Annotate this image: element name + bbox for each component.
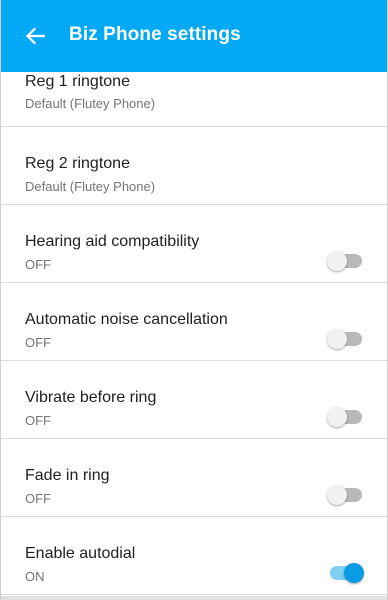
setting-title: Fade in ring <box>25 467 110 484</box>
setting-title: Reg 1 ringtone <box>25 73 130 90</box>
back-button[interactable] <box>17 20 53 52</box>
setting-fade-in-ring[interactable]: Fade in ring OFF <box>1 439 387 517</box>
setting-summary: OFF <box>25 413 51 428</box>
setting-enable-autodial[interactable]: Enable autodial ON <box>1 517 387 595</box>
setting-title: Enable autodial <box>25 545 136 562</box>
page-title: Biz Phone settings <box>69 24 241 45</box>
setting-hearing-aid[interactable]: Hearing aid compatibility OFF <box>1 205 387 283</box>
fade-in-ring-toggle[interactable] <box>327 485 363 505</box>
enable-autodial-toggle[interactable] <box>327 563 364 583</box>
noise-cancellation-toggle[interactable] <box>327 329 363 349</box>
setting-reg2-ringtone[interactable]: Reg 2 ringtone Default (Flutey Phone) <box>1 127 387 205</box>
switch-thumb <box>327 329 347 349</box>
app-bar: Biz Phone settings <box>1 0 387 72</box>
setting-summary: Default (Flutey Phone) <box>25 179 156 194</box>
setting-noise-cancellation[interactable]: Automatic noise cancellation OFF <box>1 283 387 361</box>
vibrate-before-ring-toggle[interactable] <box>327 407 363 427</box>
bottom-divider <box>1 596 387 600</box>
setting-title: Automatic noise cancellation <box>25 311 228 328</box>
setting-summary: OFF <box>25 491 51 506</box>
setting-summary: Default (Flutey Phone) <box>25 96 156 111</box>
arrow-left-icon <box>25 27 45 45</box>
switch-thumb <box>327 251 347 271</box>
settings-screen: Biz Phone settings Reg 1 ringtone Defaul… <box>0 0 388 600</box>
setting-title: Hearing aid compatibility <box>25 233 200 250</box>
switch-thumb <box>327 485 347 505</box>
setting-title: Vibrate before ring <box>25 389 157 406</box>
settings-list: Reg 1 ringtone Default (Flutey Phone) Re… <box>1 50 387 595</box>
switch-thumb <box>327 407 347 427</box>
hearing-aid-toggle[interactable] <box>327 251 363 271</box>
setting-summary: ON <box>25 569 45 584</box>
setting-summary: OFF <box>25 335 51 350</box>
switch-thumb <box>344 563 364 583</box>
setting-vibrate-before-ring[interactable]: Vibrate before ring OFF <box>1 361 387 439</box>
setting-summary: OFF <box>25 257 51 272</box>
setting-title: Reg 2 ringtone <box>25 155 130 172</box>
